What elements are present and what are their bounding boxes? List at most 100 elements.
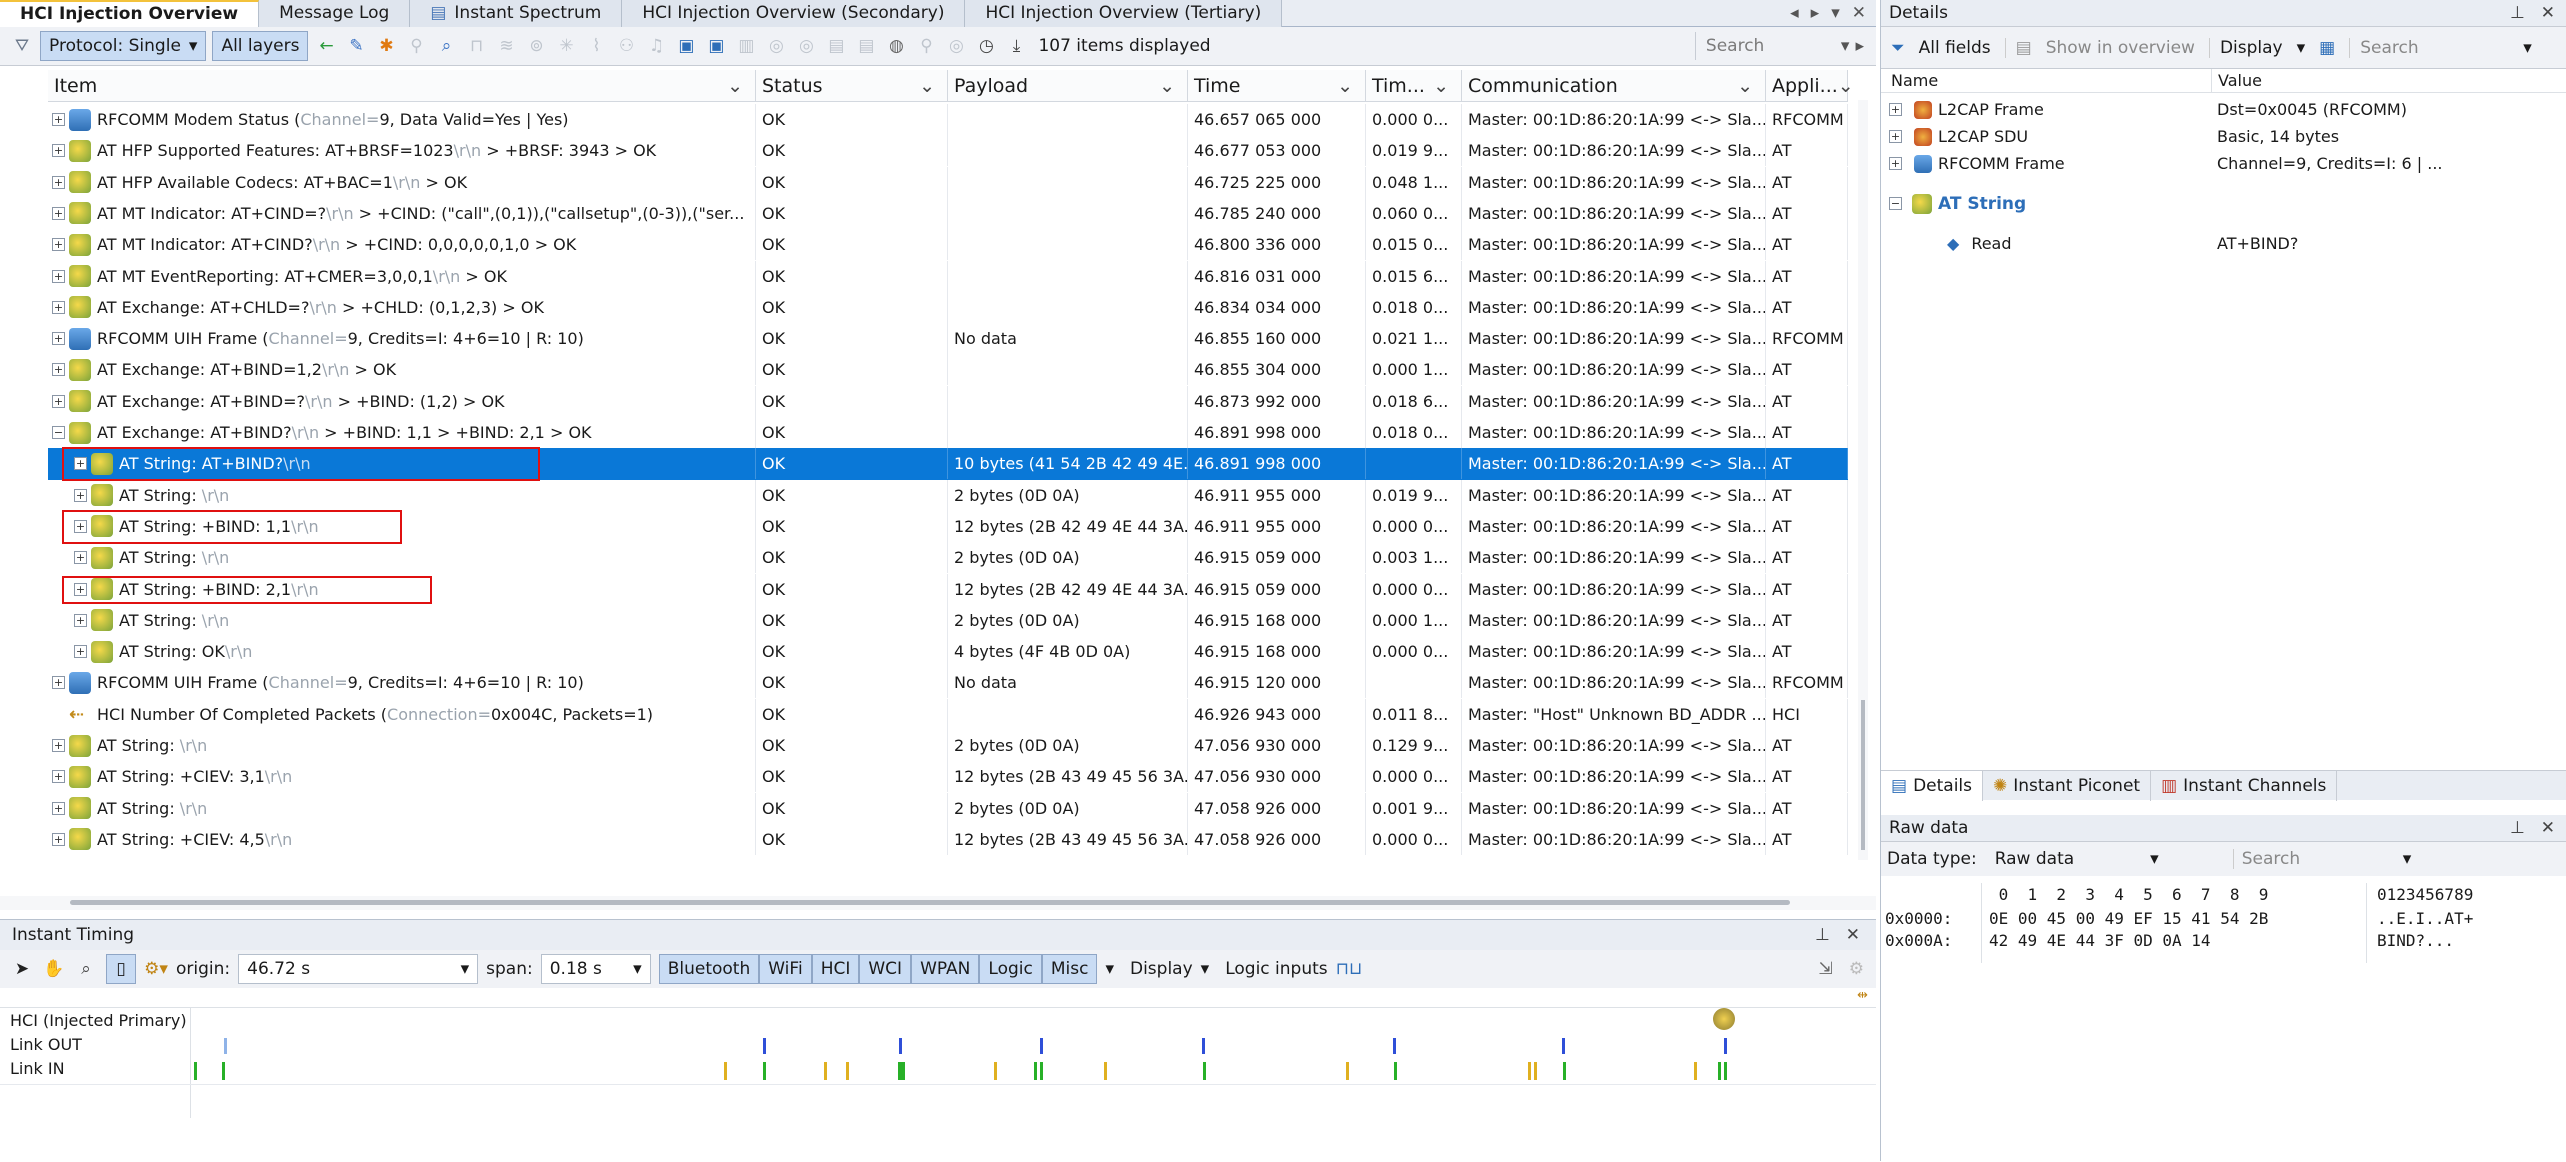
expand-icon[interactable]: + [52, 269, 65, 283]
table-row[interactable]: + AT MT Indicator: AT+CIND? \r\n > +CIND: … [48, 229, 1848, 261]
chevron-down-icon[interactable]: ▾ [2523, 38, 2532, 58]
expand-icon[interactable]: + [1889, 157, 1902, 170]
pencil-icon[interactable]: ✎ [344, 34, 368, 58]
scroll-thumb[interactable] [1861, 700, 1865, 850]
expand-icon[interactable]: + [74, 613, 87, 627]
expand-icon[interactable]: + [52, 113, 65, 126]
chevron-down-icon[interactable]: ▾ [1201, 959, 1210, 979]
pin-icon[interactable]: ⊥ [2510, 818, 2525, 838]
table-row[interactable]: + AT String: \r\n OK 2 bytes (0D 0A) 46.915 … [48, 542, 1848, 574]
link-out-marker[interactable] [1202, 1038, 1205, 1054]
details-search-input[interactable]: Search [2349, 37, 2509, 58]
table-row[interactable]: + AT MT EventReporting: AT+CMER=3,0,0,1 \r… [48, 260, 1848, 292]
tab-instant-spectrum[interactable]: ▤ Instant Spectrum [410, 0, 623, 27]
link-in-marker[interactable] [1563, 1062, 1566, 1080]
expand-icon[interactable]: + [52, 676, 65, 690]
time-cursor-icon[interactable] [1713, 1008, 1735, 1030]
tab-details[interactable]: ▤ Details [1881, 770, 1983, 801]
expand-icon[interactable]: + [52, 238, 65, 252]
table-row[interactable]: + AT String: OK \r\n OK 4 bytes (4F 4B 0D 0A… [48, 636, 1848, 668]
table-row[interactable]: + AT Exchange: AT+BIND=1,2 \r\n > OK OK 46.8… [48, 354, 1848, 386]
expand-icon[interactable]: + [52, 394, 65, 408]
details-row[interactable]: + L2CAP Frame Dst=0x0045 (RFCOMM) [1881, 96, 2566, 123]
pointer-icon[interactable]: ➤ [10, 957, 34, 981]
table-row[interactable]: + AT MT Indicator: AT+CIND=? \r\n > +CIND:… [48, 197, 1848, 229]
table-row[interactable]: + RFCOMM UIH Frame (Channel= 9, Credits=I:… [48, 667, 1848, 699]
save-icon[interactable]: ▦ [2319, 38, 2335, 58]
link-in-marker[interactable] [724, 1062, 727, 1080]
link-out-marker[interactable] [763, 1038, 766, 1054]
display-menu[interactable]: Display [1130, 959, 1193, 979]
filter-wpan[interactable]: WPAN [911, 954, 980, 984]
chevron-down-icon[interactable]: ▾ [2403, 849, 2412, 869]
search-scroll-icon[interactable]: ▸ [1855, 36, 1864, 56]
filter-bluetooth[interactable]: Bluetooth [658, 954, 760, 984]
link-in-marker[interactable] [1040, 1062, 1043, 1080]
tool-disabled-icon[interactable]: ⚙ [1849, 959, 1864, 979]
filter-hci[interactable]: HCI [811, 954, 860, 984]
filter-misc[interactable]: Misc [1041, 954, 1098, 984]
link-in-marker[interactable] [222, 1062, 225, 1080]
tool-icon-15[interactable]: ⚲ [914, 34, 938, 58]
tab-hci-injection-secondary[interactable]: HCI Injection Overview (Secondary) [622, 0, 966, 27]
table-row[interactable]: + AT String: +CIEV: 4,5 \r\n OK 12 bytes (2B… [48, 823, 1848, 855]
table-row[interactable]: + AT String: \r\n OK 2 bytes (0D 0A) 46.911 … [48, 479, 1848, 511]
collapse-icon[interactable]: − [1889, 197, 1902, 210]
hand-icon[interactable]: ✋ [42, 957, 66, 981]
table-row[interactable]: + AT String: \r\n OK 2 bytes (0D 0A) 47.058 … [48, 792, 1848, 824]
expand-icon[interactable]: + [52, 363, 65, 377]
show-in-overview-button[interactable]: Show in overview [2046, 38, 2195, 58]
tool-icon-7[interactable]: ♫ [644, 34, 668, 58]
tab-message-log[interactable]: Message Log [259, 0, 411, 27]
link-in-marker[interactable] [1694, 1062, 1697, 1080]
table-row[interactable]: + AT String: \r\n OK 2 bytes (0D 0A) 46.915 … [48, 604, 1848, 636]
expand-icon[interactable]: + [52, 739, 65, 752]
tab-hci-injection-overview[interactable]: HCI Injection Overview [0, 0, 260, 27]
column-header[interactable]: Appli... ⌄ [1766, 70, 1854, 102]
filter-logic[interactable]: Logic [979, 954, 1042, 984]
tool-icon-11[interactable]: ◎ [764, 34, 788, 58]
logic-inputs-button[interactable]: Logic inputs [1225, 959, 1327, 979]
expand-icon[interactable]: + [52, 832, 65, 846]
view-mode-icon[interactable]: ▯ [106, 954, 136, 984]
protocol-select[interactable]: Protocol: Single ▾ [40, 31, 207, 61]
tool-icon-14[interactable]: ▤ [854, 34, 878, 58]
link-in-marker[interactable] [1724, 1062, 1727, 1080]
link-in-marker[interactable] [1394, 1062, 1397, 1080]
expand-icon[interactable]: + [52, 144, 65, 158]
pin-icon[interactable]: ⊥ [2510, 3, 2525, 23]
vertical-scrollbar[interactable] [1858, 100, 1868, 860]
tab-instant-piconet[interactable]: ✺ Instant Piconet [1983, 770, 2152, 801]
filter-wci[interactable]: WCI [859, 954, 912, 984]
tab-list-icon[interactable]: ▾ [1831, 3, 1840, 23]
table-row[interactable]: − AT Exchange: AT+BIND? \r\n > +BIND: 1,1 … [48, 417, 1848, 448]
tool-icon-13[interactable]: ▤ [824, 34, 848, 58]
link-in-marker[interactable] [994, 1062, 997, 1080]
tab-hci-injection-tertiary[interactable]: HCI Injection Overview (Tertiary) [965, 0, 1283, 27]
link-out-marker[interactable] [1724, 1038, 1727, 1054]
close-icon[interactable]: ✕ [2541, 3, 2555, 23]
link-in-marker[interactable] [846, 1062, 849, 1080]
read-field[interactable]: ◆ Read AT+BIND? [1881, 230, 2566, 257]
tool-icon-2[interactable]: ≋ [494, 34, 518, 58]
pin-icon[interactable]: ⊥ [1815, 925, 1830, 945]
close-icon[interactable]: ✕ [1852, 3, 1866, 23]
expand-icon[interactable]: + [74, 488, 87, 502]
export-icon[interactable]: ⇲ [1819, 959, 1833, 979]
link-out-marker[interactable] [1040, 1038, 1043, 1054]
collapse-icon[interactable]: − [52, 426, 65, 439]
display-menu[interactable]: Display [2208, 37, 2283, 58]
link-in-marker[interactable] [1718, 1062, 1721, 1080]
link-in-marker[interactable] [1534, 1062, 1537, 1080]
link-out-marker[interactable] [899, 1038, 902, 1054]
table-row[interactable]: + AT String: \r\n OK 2 bytes (0D 0A) 47.056 … [48, 730, 1848, 761]
all-layers-button[interactable]: All layers [212, 31, 309, 61]
table-row[interactable]: + AT HFP Supported Features: AT+BRSF=1023… [48, 135, 1848, 167]
tool-icon-10[interactable]: ▥ [734, 34, 758, 58]
link-in-marker[interactable] [1104, 1062, 1107, 1080]
settings-dropdown-icon[interactable]: ⚙▾ [144, 957, 168, 981]
column-header[interactable]: Time ⌄ [1188, 70, 1366, 102]
close-icon[interactable]: ✕ [1846, 925, 1860, 945]
back-arrow-icon[interactable]: ← [314, 34, 338, 58]
table-row[interactable]: + AT String: +CIEV: 3,1 \r\n OK 12 bytes (2B… [48, 761, 1848, 793]
